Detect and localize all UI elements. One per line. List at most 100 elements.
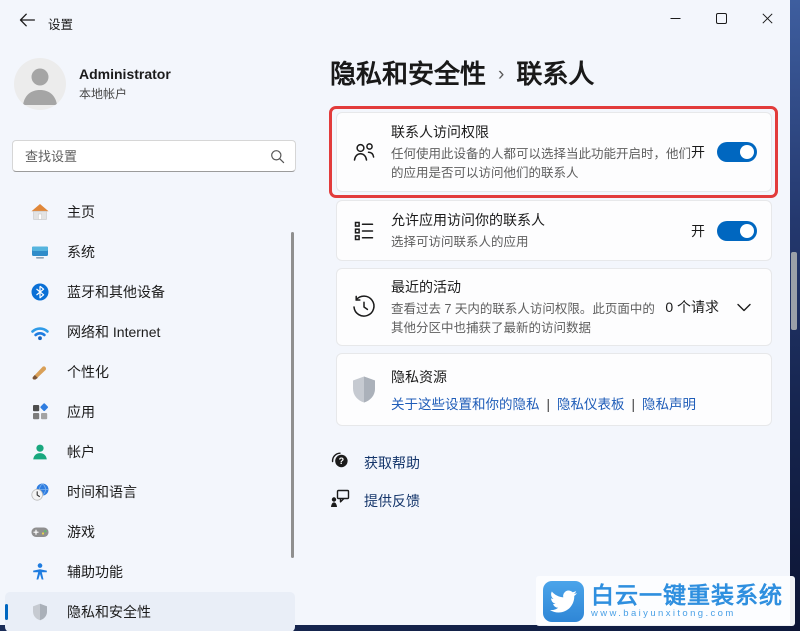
setting-description: 任何使用此设备的人都可以选择当此功能开启时，他们的应用是否可以访问他们的联系人 xyxy=(391,145,691,181)
sidebar-item-accounts[interactable]: 帐户 xyxy=(5,432,295,472)
sidebar-item-label: 帐户 xyxy=(67,442,95,462)
feedback-icon xyxy=(330,488,350,513)
sidebar-scrollbar[interactable] xyxy=(291,232,294,558)
give-feedback-link[interactable]: 提供反馈 xyxy=(330,488,420,513)
toggle-state-label: 开 xyxy=(691,221,705,241)
user-account-block[interactable]: Administrator 本地帐户 xyxy=(14,58,171,110)
system-icon xyxy=(30,242,50,262)
card-text: 隐私资源 关于这些设置和你的隐私 | 隐私仪表板 | 隐私声明 xyxy=(391,367,757,413)
link-separator: | xyxy=(547,397,551,412)
maximize-button[interactable] xyxy=(698,0,744,38)
close-button[interactable] xyxy=(744,0,790,38)
minimize-button[interactable] xyxy=(652,0,698,38)
breadcrumb: 隐私和安全性 › 联系人 xyxy=(330,54,594,91)
footer-link-label: 提供反馈 xyxy=(364,491,420,511)
bluetooth-icon xyxy=(30,282,50,302)
breadcrumb-separator: › xyxy=(498,60,504,86)
search-box xyxy=(12,140,296,172)
link-privacy-dashboard[interactable]: 隐私仪表板 xyxy=(557,397,625,412)
allow-apps-toggle[interactable] xyxy=(717,221,757,241)
contacts-access-toggle[interactable] xyxy=(717,142,757,162)
watermark-url: www.baiyunxitong.com xyxy=(591,608,783,619)
history-clock-icon xyxy=(337,294,391,320)
sidebar-item-label: 主页 xyxy=(67,202,95,222)
gamepad-icon xyxy=(30,522,50,542)
toggle-group: 开 xyxy=(691,142,757,162)
sidebar-item-apps[interactable]: 应用 xyxy=(5,392,295,432)
sidebar-item-label: 个性化 xyxy=(67,362,109,382)
toggle-group: 开 xyxy=(691,221,757,241)
card-text: 允许应用访问你的联系人 选择可访问联系人的应用 xyxy=(391,210,691,251)
toggle-state-label: 开 xyxy=(691,142,705,162)
sidebar-item-accessibility[interactable]: 辅助功能 xyxy=(5,552,295,592)
apps-icon xyxy=(30,402,50,422)
wifi-icon xyxy=(30,322,50,342)
sidebar-item-label: 应用 xyxy=(67,402,95,422)
get-help-icon: ? xyxy=(330,450,350,475)
app-title: 设置 xyxy=(48,14,73,33)
avatar xyxy=(14,58,66,110)
sidebar-item-label: 系统 xyxy=(67,242,95,262)
watermark-text: 白云一键重装系统 www.baiyunxitong.com xyxy=(591,583,783,619)
bird-logo-icon xyxy=(543,581,584,622)
setting-title: 联系人访问权限 xyxy=(391,122,691,142)
screenshot-root: 设置 Administrator 本地帐户 xyxy=(0,0,800,631)
setting-title: 最近的活动 xyxy=(391,277,665,297)
expander-group: 0 个请求 xyxy=(665,296,757,319)
card-recent-activity[interactable]: 最近的活动 查看过去 7 天内的联系人访问权限。此页面中的其他分区中也捕获了最新… xyxy=(336,268,772,346)
sidebar-item-label: 游戏 xyxy=(67,522,95,542)
sidebar-item-label: 隐私和安全性 xyxy=(67,602,151,622)
home-icon xyxy=(30,202,50,222)
setting-description: 查看过去 7 天内的联系人访问权限。此页面中的其他分区中也捕获了最新的访问数据 xyxy=(391,300,665,336)
sidebar-item-home[interactable]: 主页 xyxy=(5,192,295,232)
accounts-person-icon xyxy=(30,442,50,462)
privacy-links: 关于这些设置和你的隐私 | 隐私仪表板 | 隐私声明 xyxy=(391,393,757,413)
contacts-people-icon xyxy=(337,139,391,165)
setting-description: 选择可访问联系人的应用 xyxy=(391,233,691,251)
card-text: 最近的活动 查看过去 7 天内的联系人访问权限。此页面中的其他分区中也捕获了最新… xyxy=(391,277,665,336)
settings-window: 设置 Administrator 本地帐户 xyxy=(0,0,790,625)
account-type: 本地帐户 xyxy=(79,85,171,102)
toggle-knob xyxy=(740,224,754,238)
close-icon xyxy=(762,12,773,27)
sidebar-item-label: 辅助功能 xyxy=(67,562,123,582)
search-input[interactable] xyxy=(13,141,295,171)
setting-title: 隐私资源 xyxy=(391,367,757,387)
link-separator: | xyxy=(632,397,636,412)
chevron-down-icon xyxy=(737,300,751,315)
accessibility-icon xyxy=(30,562,50,582)
sidebar-item-bluetooth[interactable]: 蓝牙和其他设备 xyxy=(5,272,295,312)
window-controls xyxy=(652,0,790,38)
card-allow-apps-access: 允许应用访问你的联系人 选择可访问联系人的应用 开 xyxy=(336,200,772,261)
expand-button[interactable] xyxy=(731,296,757,319)
maximize-icon xyxy=(716,12,727,27)
user-meta: Administrator 本地帐户 xyxy=(79,66,171,102)
background-scrollbar-thumb xyxy=(791,252,797,330)
sidebar-item-label: 网络和 Internet xyxy=(67,322,160,342)
selected-indicator xyxy=(5,604,8,620)
watermark-title: 白云一键重装系统 xyxy=(591,583,783,607)
sidebar-item-label: 蓝牙和其他设备 xyxy=(67,282,165,302)
toggle-knob xyxy=(740,145,754,159)
search-icon xyxy=(270,149,285,169)
card-text: 联系人访问权限 任何使用此设备的人都可以选择当此功能开启时，他们的应用是否可以访… xyxy=(391,122,691,181)
back-button[interactable] xyxy=(12,8,42,34)
sidebar-item-privacy-security[interactable]: 隐私和安全性 xyxy=(5,592,295,631)
sidebar-nav: 主页 系统 蓝牙和其他设备 xyxy=(0,192,300,631)
page-title: 联系人 xyxy=(516,54,594,91)
footer-link-label: 获取帮助 xyxy=(364,453,420,473)
breadcrumb-parent[interactable]: 隐私和安全性 xyxy=(330,54,486,91)
sidebar-item-gaming[interactable]: 游戏 xyxy=(5,512,295,552)
link-about-settings-privacy[interactable]: 关于这些设置和你的隐私 xyxy=(391,397,540,412)
sidebar-item-system[interactable]: 系统 xyxy=(5,232,295,272)
sidebar-item-time-language[interactable]: 时间和语言 xyxy=(5,472,295,512)
user-name: Administrator xyxy=(79,66,171,82)
time-language-icon xyxy=(30,482,50,502)
sidebar-item-personalization[interactable]: 个性化 xyxy=(5,352,295,392)
back-arrow-icon xyxy=(19,13,35,30)
get-help-link[interactable]: ? 获取帮助 xyxy=(330,450,420,475)
app-list-icon xyxy=(337,219,391,243)
link-privacy-statement[interactable]: 隐私声明 xyxy=(642,397,696,412)
sidebar-item-network[interactable]: 网络和 Internet xyxy=(5,312,295,352)
card-privacy-resources: 隐私资源 关于这些设置和你的隐私 | 隐私仪表板 | 隐私声明 xyxy=(336,353,772,426)
